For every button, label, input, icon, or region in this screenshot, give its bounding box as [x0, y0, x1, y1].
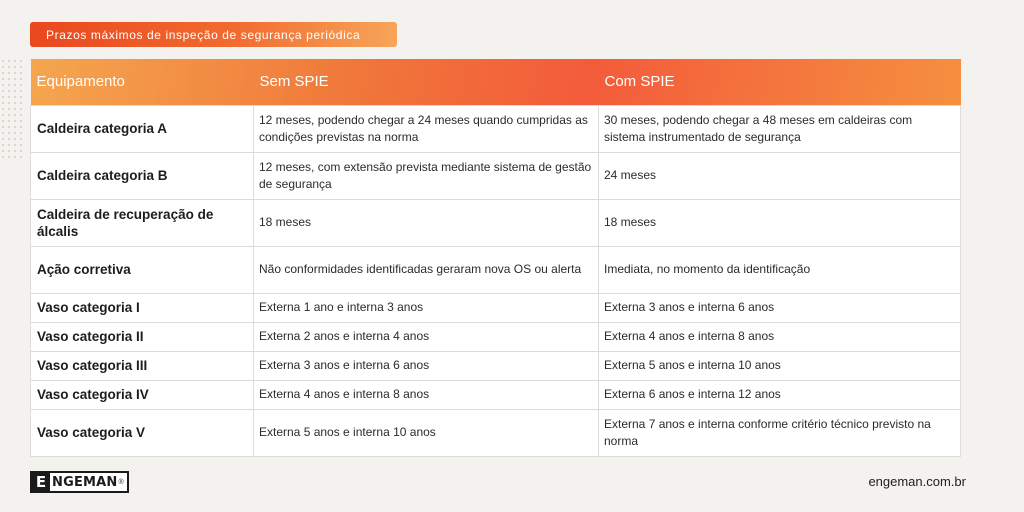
- header-equipamento: Equipamento: [36, 73, 125, 91]
- com-spie-cell: Externa 6 anos e interna 12 anos: [598, 379, 961, 410]
- sem-spie-cell: 18 meses: [253, 198, 599, 247]
- page-title-badge: Prazos máximos de inspeção de segurança …: [30, 22, 397, 47]
- sem-spie-cell: Externa 5 anos e interna 10 anos: [253, 408, 599, 457]
- equipment-cell: Ação corretiva: [30, 245, 254, 294]
- table-header-row: Equipamento Sem SPIE Com SPIE: [30, 59, 961, 105]
- table-row: Vaso categoria II Externa 2 anos e inter…: [30, 321, 961, 352]
- table-row: Vaso categoria III Externa 3 anos e inte…: [30, 350, 961, 381]
- sem-spie-cell: Externa 2 anos e interna 4 anos: [253, 321, 599, 352]
- com-spie-cell: 18 meses: [598, 198, 961, 247]
- engeman-logo: E NGEMAN ®: [30, 471, 129, 493]
- page-title: Prazos máximos de inspeção de segurança …: [46, 27, 361, 42]
- header-sem-spie: Sem SPIE: [259, 73, 329, 91]
- inspection-table-container: Equipamento Sem SPIE Com SPIE Caldeira c…: [30, 59, 961, 457]
- equipment-cell: Vaso categoria II: [30, 321, 254, 352]
- com-spie-cell: Imediata, no momento da identificação: [598, 245, 961, 294]
- sem-spie-cell: 12 meses, com extensão prevista mediante…: [253, 151, 599, 200]
- table-row: Vaso categoria IV Externa 4 anos e inter…: [30, 379, 961, 410]
- equipment-cell: Caldeira categoria B: [30, 151, 254, 200]
- sem-spie-cell: Externa 3 anos e interna 6 anos: [253, 350, 599, 381]
- com-spie-cell: Externa 7 anos e interna conforme critér…: [598, 408, 961, 457]
- table-row: Ação corretiva Não conformidades identif…: [30, 245, 961, 294]
- equipment-cell: Vaso categoria III: [30, 350, 254, 381]
- logo-mark: E: [32, 473, 50, 491]
- table-row: Caldeira categoria A 12 meses, podendo c…: [30, 104, 961, 153]
- com-spie-cell: 24 meses: [598, 151, 961, 200]
- equipment-cell: Vaso categoria V: [30, 408, 254, 457]
- equipment-cell: Caldeira categoria A: [30, 104, 254, 153]
- website-url: engeman.com.br: [868, 474, 966, 489]
- equipment-cell: Vaso categoria IV: [30, 379, 254, 410]
- table-row: Vaso categoria I Externa 1 ano e interna…: [30, 292, 961, 323]
- inspection-deadlines-table: Equipamento Sem SPIE Com SPIE Caldeira c…: [30, 59, 961, 457]
- table-row: Vaso categoria V Externa 5 anos e intern…: [30, 408, 961, 457]
- registered-mark: ®: [118, 478, 124, 486]
- sem-spie-cell: Externa 1 ano e interna 3 anos: [253, 292, 599, 323]
- com-spie-cell: 30 meses, podendo chegar a 48 meses em c…: [598, 104, 961, 153]
- decorative-dot-grid: [0, 58, 26, 158]
- com-spie-cell: Externa 5 anos e interna 10 anos: [598, 350, 961, 381]
- equipment-cell: Caldeira de recuperação de álcalis: [30, 198, 254, 247]
- header-com-spie: Com SPIE: [604, 73, 675, 91]
- com-spie-cell: Externa 3 anos e interna 6 anos: [598, 292, 961, 323]
- table-row: Caldeira de recuperação de álcalis 18 me…: [30, 198, 961, 247]
- com-spie-cell: Externa 4 anos e interna 8 anos: [598, 321, 961, 352]
- equipment-cell: Vaso categoria I: [30, 292, 254, 323]
- sem-spie-cell: Não conformidades identificadas geraram …: [253, 245, 599, 294]
- sem-spie-cell: 12 meses, podendo chegar a 24 meses quan…: [253, 104, 599, 153]
- logo-text: NGEMAN: [52, 474, 118, 490]
- sem-spie-cell: Externa 4 anos e interna 8 anos: [253, 379, 599, 410]
- table-row: Caldeira categoria B 12 meses, com exten…: [30, 151, 961, 200]
